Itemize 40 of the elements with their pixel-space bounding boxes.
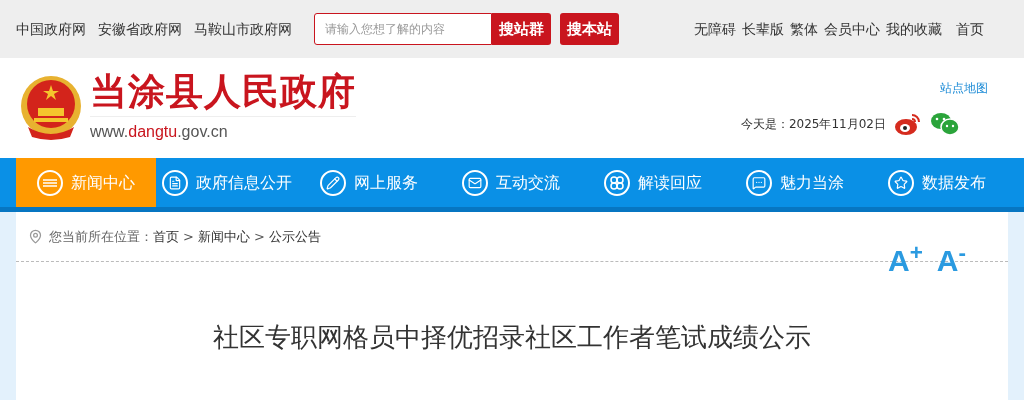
breadcrumb-link[interactable]: 公示公告 [268, 226, 321, 247]
site-link[interactable]: 安徽省政府网 [98, 18, 182, 40]
wechat-icon[interactable] [930, 111, 960, 137]
search-button[interactable]: 搜本站 [560, 13, 619, 45]
document-icon [162, 169, 188, 196]
nav-label: 政府信息公开 [196, 171, 292, 194]
utility-link[interactable]: 我的收藏 [886, 18, 942, 40]
chat-icon [746, 169, 772, 196]
nav-label: 魅力当涂 [780, 171, 844, 194]
site-url: www.dangtu.gov.cn [90, 122, 228, 140]
site-link[interactable]: 马鞍山市政府网 [194, 18, 292, 40]
nav-label: 解读回应 [638, 171, 702, 194]
utility-link[interactable]: 繁体 [790, 18, 818, 40]
pencil-icon [320, 169, 346, 196]
search-button[interactable]: 搜站群 [492, 13, 551, 45]
sitemap-link[interactable]: 站点地图 [940, 79, 988, 97]
emblem-logo [20, 75, 82, 141]
site-name: 当涂县人民政府 [90, 72, 356, 110]
nav-label: 新闻中心 [71, 171, 135, 194]
breadcrumb-link[interactable]: 新闻中心 [197, 226, 250, 247]
breadcrumb-label: 您当前所在位置： [49, 227, 153, 246]
utility-link[interactable]: 无障碍 [694, 18, 736, 40]
utility-link[interactable]: 长辈版 [742, 18, 784, 40]
nav-label: 网上服务 [354, 171, 418, 194]
utility-link[interactable]: 首页 [956, 18, 984, 40]
mail-icon [462, 169, 488, 196]
search-field[interactable]: 请输入您想了解的内容 [314, 13, 492, 45]
breadcrumb-separator: > [253, 227, 265, 246]
breadcrumb-separator: > [183, 227, 194, 246]
news-icon [37, 169, 63, 196]
article-title: 社区专职网格员中择优招录社区工作者笔试成绩公示 [213, 321, 811, 354]
date-text: 今天是：2025年11月02日 [740, 116, 886, 133]
breadcrumb-link[interactable]: 首页 [153, 226, 179, 247]
utility-link[interactable]: 会员中心 [824, 18, 880, 40]
clover-icon [604, 169, 630, 196]
weibo-icon[interactable] [894, 112, 922, 136]
nav-label: 数据发布 [922, 171, 986, 194]
location-icon [28, 229, 43, 244]
nav-label: 互动交流 [496, 171, 560, 194]
site-link[interactable]: 中国政府网 [16, 18, 86, 40]
